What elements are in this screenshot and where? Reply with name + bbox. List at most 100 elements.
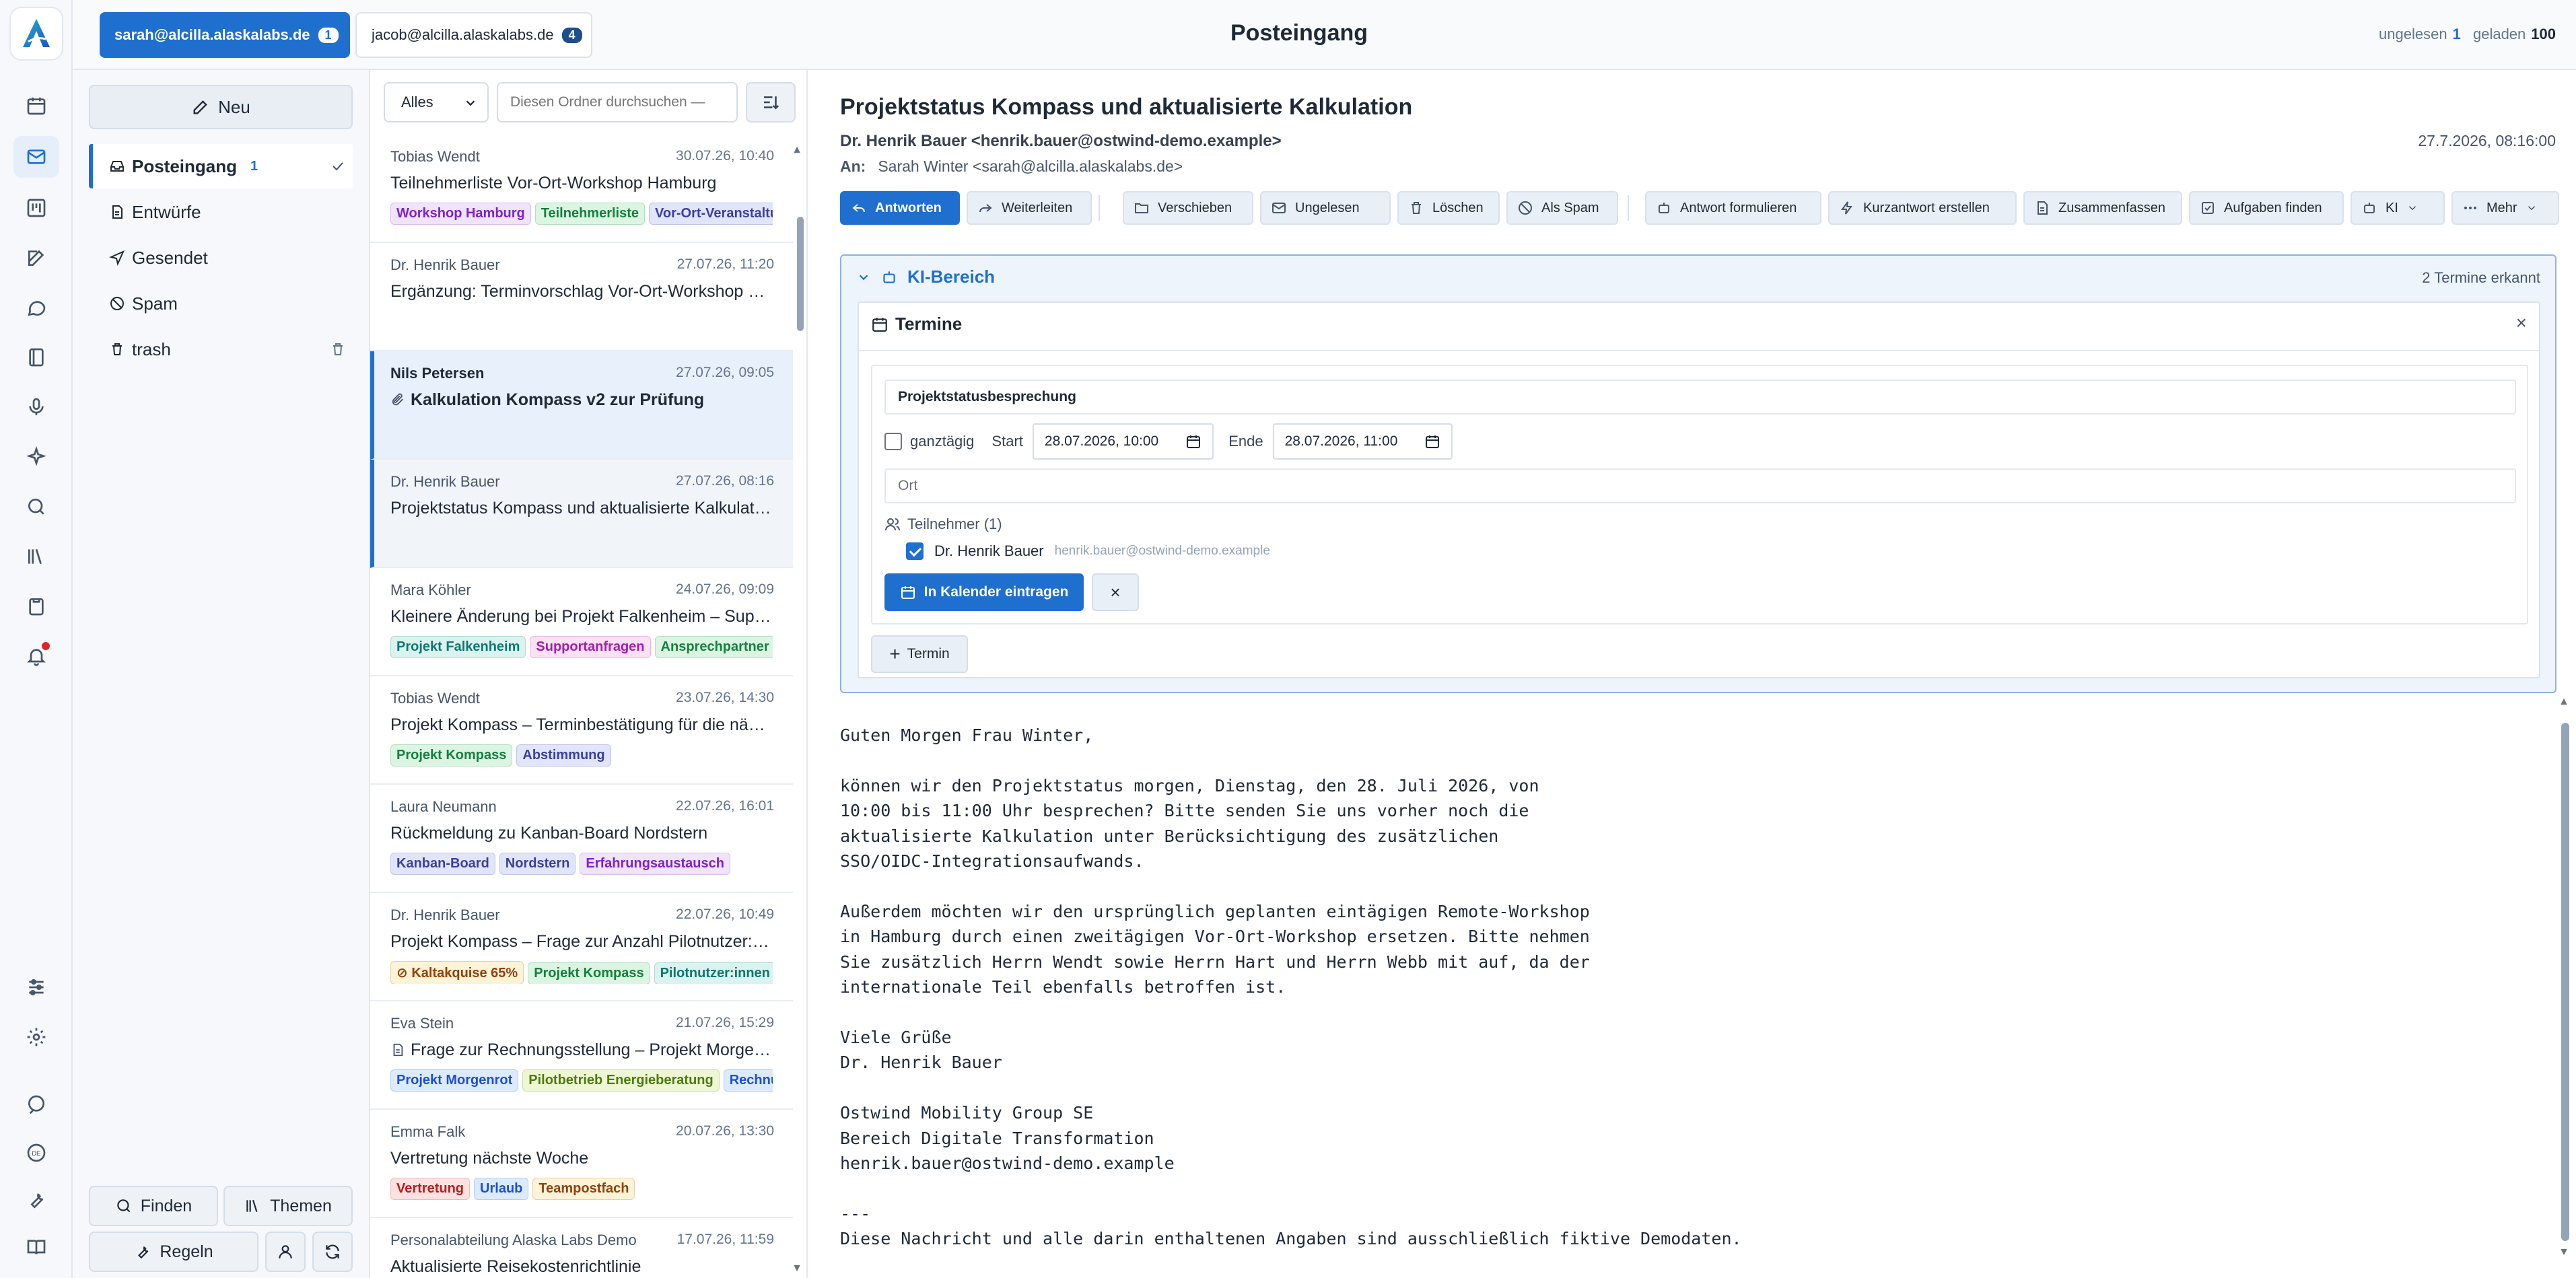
add-appointment-button[interactable]: + Termin xyxy=(871,635,968,673)
ki-panel-header[interactable]: KI-Bereich xyxy=(856,267,995,287)
gear-icon[interactable] xyxy=(13,1016,59,1058)
folder-drafts[interactable]: Entwürfe xyxy=(89,190,353,234)
list-item[interactable]: Eva Stein 21.07.26, 15:29 Frage zur Rechnu… xyxy=(370,1001,793,1110)
list-item[interactable]: Mara Köhler 24.07.26, 09:09 Kleinere Änder… xyxy=(370,568,793,676)
location-input[interactable]: Ort xyxy=(884,468,2516,503)
library-icon[interactable] xyxy=(13,536,59,577)
folder-spam[interactable]: Spam xyxy=(89,281,353,326)
tag-badge[interactable]: Projekt Kompass xyxy=(390,744,513,767)
list-item[interactable]: Tobias Wendt 23.07.26, 14:30 Projekt Kompa… xyxy=(370,676,793,785)
list-scrollbar-thumb[interactable] xyxy=(797,217,804,331)
forward-button[interactable]: Weiterleiten xyxy=(967,191,1092,225)
close-icon[interactable]: × xyxy=(2516,312,2527,334)
tag-badge[interactable]: Projekt Kompass xyxy=(528,962,650,984)
refresh-button[interactable] xyxy=(312,1232,353,1272)
tag-badge[interactable]: Urlaub xyxy=(474,1178,529,1200)
tag-badge[interactable]: Pilotnutzer:innen xyxy=(654,962,773,984)
ki-menu-button[interactable]: KI xyxy=(2351,191,2445,225)
account-tab-jacob[interactable]: jacob@alcilla.alaskalabs.de 4 xyxy=(355,12,592,58)
add-to-calendar-button[interactable]: In Kalender eintragen xyxy=(884,573,1084,611)
remove-appointment-button[interactable]: × xyxy=(1092,573,1139,611)
chat-icon[interactable] xyxy=(13,287,59,328)
folder-inbox[interactable]: Posteingang 1 xyxy=(89,144,353,188)
kanban-icon[interactable] xyxy=(13,187,59,229)
app-logo[interactable] xyxy=(9,7,63,61)
language-de-icon[interactable]: DE xyxy=(13,1132,59,1174)
allday-checkbox[interactable] xyxy=(884,433,902,450)
tag-badge[interactable]: Pilotbetrieb Energieberatung xyxy=(522,1069,720,1092)
reply-button[interactable]: Antworten xyxy=(840,191,960,225)
contacts-button[interactable] xyxy=(265,1232,306,1272)
scroll-down-arrow[interactable]: ▼ xyxy=(792,1263,802,1275)
start-datetime-input[interactable]: 28.07.2026, 10:00 xyxy=(1032,423,1214,460)
new-mail-button[interactable]: Neu xyxy=(89,85,353,129)
list-item[interactable]: Emma Falk 20.07.26, 13:30 Vertretung nächs… xyxy=(370,1110,793,1218)
unread-label: ungelesen xyxy=(2379,26,2447,42)
topics-button[interactable]: Themen xyxy=(223,1186,353,1226)
list-item[interactable]: Dr. Henrik Bauer 22.07.26, 10:49 Projekt K… xyxy=(370,893,793,1001)
list-scrollbar[interactable] xyxy=(796,149,804,1278)
calendar-icon[interactable] xyxy=(13,85,59,127)
tag-badge[interactable]: Erfahrungsaustausch xyxy=(580,853,730,875)
end-datetime-input[interactable]: 28.07.2026, 11:00 xyxy=(1272,423,1453,460)
wrench-icon[interactable] xyxy=(13,1179,59,1221)
sparkles-icon[interactable] xyxy=(13,436,59,478)
find-tasks-button[interactable]: Aufgaben finden xyxy=(2189,191,2344,225)
tag-badge[interactable]: Projekt Morgenrot xyxy=(390,1069,519,1092)
book-icon[interactable] xyxy=(13,336,59,378)
reader-scrollbar-thumb[interactable] xyxy=(2561,723,2569,1241)
draft-reply-button[interactable]: Antwort formulieren xyxy=(1645,191,1821,225)
find-button[interactable]: Finden xyxy=(89,1186,218,1226)
event-title-field[interactable]: Projektstatusbesprechung xyxy=(884,380,2516,415)
tag-badge[interactable]: Rechnung xyxy=(723,1069,773,1092)
tag-badge[interactable]: Nordstern xyxy=(499,853,576,875)
tag-badge[interactable]: Abstimmung xyxy=(516,744,611,767)
folder-search-input[interactable] xyxy=(497,82,738,122)
list-item[interactable]: Dr. Henrik Bauer 27.07.26, 11:20 Ergänzung… xyxy=(370,243,793,351)
tag-badge[interactable]: Ansprechpartner xyxy=(654,636,773,658)
tag-badge[interactable]: Projekt Falkenheim xyxy=(390,636,526,658)
more-menu-button[interactable]: Mehr xyxy=(2451,191,2559,225)
open-book-icon[interactable] xyxy=(13,1226,59,1268)
tag-badge[interactable]: Teilnehmerliste xyxy=(534,203,645,225)
list-item[interactable]: Laura Neumann 22.07.26, 16:01 Rückmeldung … xyxy=(370,785,793,893)
mail-sender[interactable]: Dr. Henrik Bauer <henrik.bauer@ostwind-d… xyxy=(840,132,1282,151)
help-chat-icon[interactable] xyxy=(13,1084,59,1125)
mail-icon[interactable] xyxy=(13,136,59,178)
empty-trash-icon[interactable] xyxy=(330,341,346,357)
summarize-button[interactable]: Zusammenfassen xyxy=(2023,191,2182,225)
list-item[interactable]: Personalabteilung Alaska Labs Demo 17.07.… xyxy=(370,1218,793,1278)
tag-badge[interactable]: ⊘ Kaltakquise 65% xyxy=(390,961,524,984)
account-tab-sarah[interactable]: sarah@alcilla.alaskalabs.de 1 xyxy=(100,12,350,58)
tag-badge[interactable]: Vertretung xyxy=(390,1178,471,1200)
rules-button[interactable]: Regeln xyxy=(89,1232,258,1272)
mark-spam-button[interactable]: Als Spam xyxy=(1506,191,1618,225)
tag-badge[interactable]: Teampostfach xyxy=(532,1178,635,1200)
search-icon[interactable] xyxy=(13,486,59,528)
tag-badge[interactable]: Supportanfragen xyxy=(530,636,651,658)
clipboard-icon[interactable] xyxy=(13,585,59,627)
folder-trash[interactable]: trash xyxy=(89,327,353,371)
delete-button[interactable]: Löschen xyxy=(1397,191,1500,225)
filter-select[interactable]: Alles xyxy=(384,82,489,122)
list-item[interactable]: Dr. Henrik Bauer 27.07.26, 08:16 Projektst… xyxy=(370,460,793,568)
reader-scrollbar[interactable] xyxy=(2561,707,2569,1258)
sort-button[interactable] xyxy=(746,82,796,122)
folder-sent[interactable]: Gesendet xyxy=(89,236,353,280)
quick-reply-button[interactable]: Kurzantwort erstellen xyxy=(1828,191,2017,225)
scroll-down-arrow[interactable]: ▼ xyxy=(2558,1246,2569,1258)
move-button[interactable]: Verschieben xyxy=(1123,191,1253,225)
microphone-icon[interactable] xyxy=(13,386,59,428)
scroll-up-arrow[interactable]: ▲ xyxy=(2558,696,2569,708)
sliders-icon[interactable] xyxy=(13,966,59,1008)
tag-badge[interactable]: Vor-Ort-Veranstaltung xyxy=(649,203,773,225)
bell-icon[interactable] xyxy=(13,635,59,677)
participant-checkbox[interactable] xyxy=(906,542,924,560)
tag-badge[interactable]: Kanban-Board xyxy=(390,853,495,875)
tag-badge[interactable]: Workshop Hamburg xyxy=(390,203,531,225)
scroll-up-arrow[interactable]: ▲ xyxy=(792,144,802,156)
notes-icon[interactable] xyxy=(13,237,59,279)
mark-unread-button[interactable]: Ungelesen xyxy=(1260,191,1391,225)
list-item[interactable]: Nils Petersen 27.07.26, 09:05 Kalkulation … xyxy=(370,351,793,460)
list-item[interactable]: Tobias Wendt 30.07.26, 10:40 Teilnehmerlis… xyxy=(370,135,793,243)
